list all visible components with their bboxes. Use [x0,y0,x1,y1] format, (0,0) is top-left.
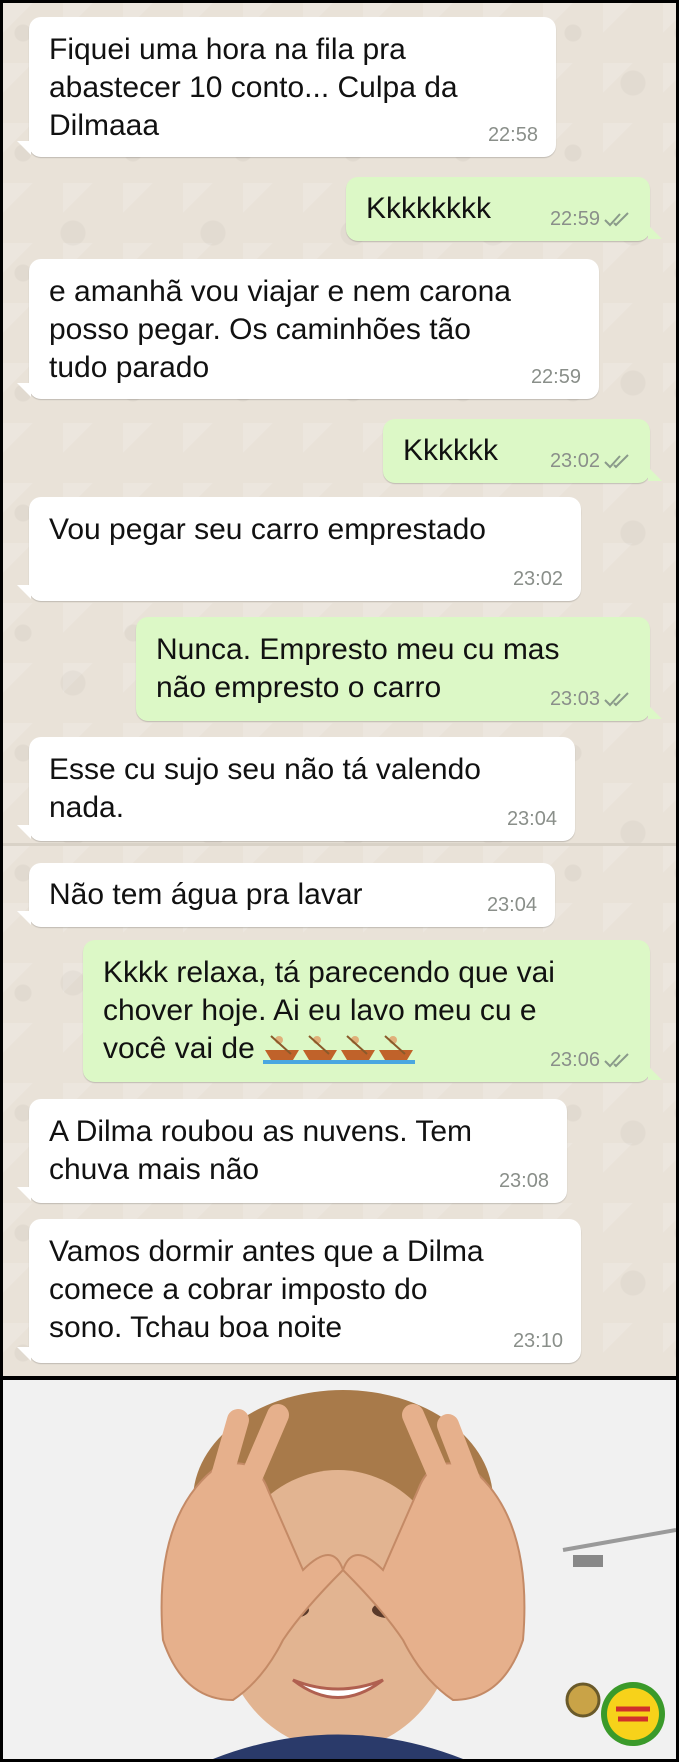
message-bubble-incoming[interactable]: e amanhã vou viajar e nem carona posso p… [17,259,599,399]
message-text: Fiquei uma hora na fila pra abastecer 10… [49,33,458,142]
message-text: Kkkkkkkk [366,192,492,225]
page-frame: Fiquei uma hora na fila pra abastecer 10… [0,0,679,1762]
message-bubble-incoming[interactable]: Não tem água pra lavar 23:04 [17,863,555,927]
rowboat-icon [263,1035,302,1064]
message-time: 23:04 [506,808,557,830]
message-text: A Dilma roubou as nuvens. Tem chuva mais… [49,1115,473,1186]
site-logo-icon [601,1682,665,1746]
rowboat-icon [339,1035,378,1064]
rowboat-icon [377,1035,416,1064]
double-check-icon [604,692,629,707]
message-time: 23:02 [512,568,563,590]
message-time: 22:58 [487,124,538,146]
screenshot-seam [3,843,676,846]
message-text: Vamos dormir antes que a Dilma comece a … [49,1235,484,1344]
photo-heart-hands [3,1380,676,1759]
double-check-icon [604,212,629,227]
message-text: Não tem água pra lavar [49,878,363,911]
rowboat-emoji-group [263,1032,416,1065]
message-time: 23:04 [486,894,537,916]
double-check-icon [604,454,629,469]
message-text: Kkkkkk [403,434,499,467]
message-text: Nunca. Empresto meu cu mas não empresto … [156,633,560,704]
message-bubble-outgoing[interactable]: Kkkkkkkk 22:59 [346,177,662,241]
rowboat-icon [301,1035,340,1064]
message-text: Kkkk relaxa, tá parecendo que vai chover… [103,954,555,1068]
chat-area: Fiquei uma hora na fila pra abastecer 10… [3,3,676,1376]
message-text: Vou pegar seu carro emprestado [49,513,486,546]
message-time: 23:08 [498,1170,549,1192]
message-text: e amanhã vou viajar e nem carona posso p… [49,275,511,384]
message-bubble-outgoing[interactable]: Nunca. Empresto meu cu mas não empresto … [136,617,662,721]
message-bubble-outgoing[interactable]: Kkkkkk 23:02 [383,419,662,483]
photo-illustration [3,1380,676,1759]
message-bubble-incoming[interactable]: Esse cu sujo seu não tá valendo nada. 23… [17,737,575,841]
message-time: 22:59 [549,208,600,230]
message-time: 23:03 [549,688,600,710]
message-time: 23:06 [549,1049,600,1071]
message-bubble-incoming[interactable]: A Dilma roubou as nuvens. Tem chuva mais… [17,1099,567,1203]
message-bubble-outgoing[interactable]: Kkkk relaxa, tá parecendo que vai chover… [83,940,662,1082]
message-time: 23:10 [512,1330,563,1352]
message-bubble-incoming[interactable]: Vamos dormir antes que a Dilma comece a … [17,1219,581,1363]
double-check-icon [604,1053,629,1068]
message-time: 23:02 [549,450,600,472]
message-time: 22:59 [530,366,581,388]
message-bubble-incoming[interactable]: Vou pegar seu carro emprestado 23:02 [17,497,581,601]
message-bubble-incoming[interactable]: Fiquei uma hora na fila pra abastecer 10… [17,17,556,157]
message-text: Esse cu sujo seu não tá valendo nada. [49,753,481,824]
